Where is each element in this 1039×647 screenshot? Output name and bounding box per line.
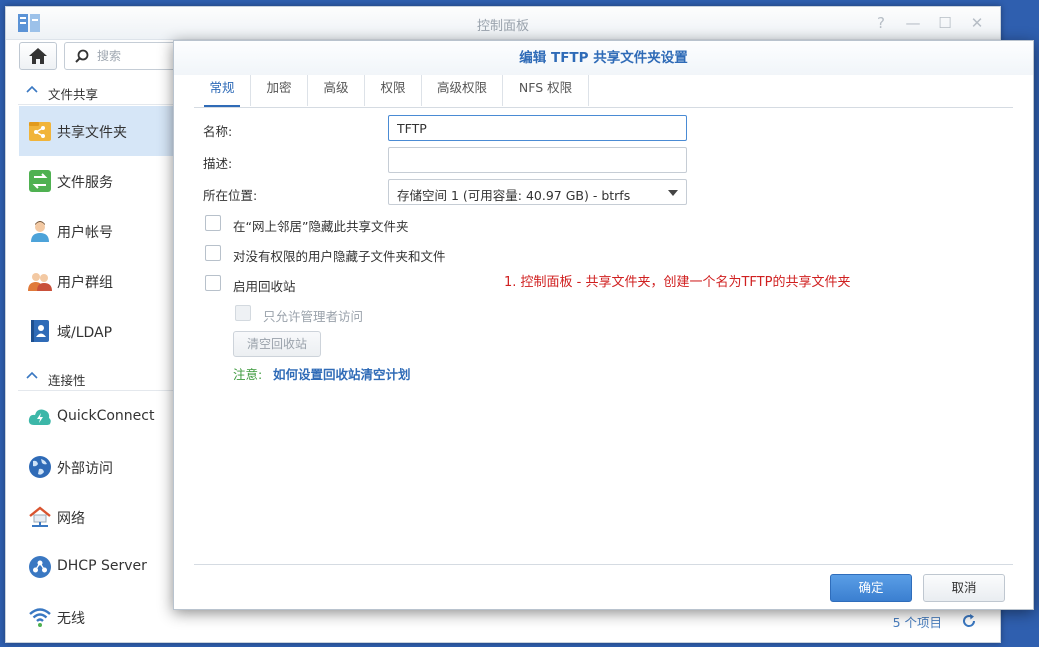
tab-nfs-permissions[interactable]: NFS 权限: [503, 75, 589, 106]
search-box[interactable]: [64, 42, 186, 70]
tab-advanced[interactable]: 高级: [308, 75, 365, 106]
sidebar-item-label: 用户群组: [57, 275, 113, 291]
section-title: 文件共享: [48, 87, 99, 102]
tab-general[interactable]: 常规: [194, 75, 251, 107]
sidebar-item-label: 域/LDAP: [57, 325, 113, 341]
shared-folder-icon: [29, 122, 51, 141]
location-value: 存储空间 1 (可用容量: 40.97 GB) - btrfs: [397, 188, 631, 203]
file-services-icon: [29, 170, 51, 192]
recycle-bin-checkbox[interactable]: [205, 275, 221, 291]
chevron-up-icon: [26, 371, 38, 379]
empty-recycle-bin-button[interactable]: 清空回收站: [233, 331, 321, 357]
sidebar-item-label: 外部访问: [57, 461, 113, 477]
sidebar-item-label: QuickConnect: [57, 408, 155, 424]
dialog-title: 编辑 TFTP 共享文件夹设置: [174, 41, 1033, 75]
user-icon: [31, 221, 49, 242]
help-icon[interactable]: ?: [870, 13, 892, 33]
domain-ldap-icon: [31, 320, 49, 342]
tab-advanced-permissions[interactable]: 高级权限: [422, 75, 503, 106]
minimize-icon[interactable]: —: [902, 13, 924, 33]
maximize-icon[interactable]: ☐: [934, 13, 956, 33]
tab-encryption[interactable]: 加密: [251, 75, 308, 106]
wifi-icon: [29, 608, 51, 627]
home-button[interactable]: [19, 42, 57, 70]
hide-network-label: 在“网上邻居”隐藏此共享文件夹: [233, 219, 409, 234]
edit-shared-folder-dialog: 编辑 TFTP 共享文件夹设置 常规 加密 高级 权限 高级权限 NFS 权限 …: [173, 40, 1034, 610]
hide-subfolders-label: 对没有权限的用户隐藏子文件夹和文件: [233, 249, 446, 264]
note-label: 注意:: [233, 367, 263, 382]
footer-divider: [194, 564, 1013, 565]
ok-button[interactable]: 确定: [830, 574, 912, 602]
name-input[interactable]: [397, 120, 677, 136]
sidebar-item-label: 共享文件夹: [57, 125, 127, 141]
dropdown-arrow-icon: [668, 190, 678, 196]
hide-subfolders-checkbox[interactable]: [205, 245, 221, 261]
dhcp-icon: [29, 556, 51, 578]
group-icon: [28, 273, 52, 291]
refresh-icon[interactable]: [960, 612, 978, 630]
tab-permissions[interactable]: 权限: [365, 75, 422, 106]
admin-only-checkbox[interactable]: [235, 305, 251, 321]
cancel-button[interactable]: 取消: [923, 574, 1005, 602]
network-icon: [29, 506, 51, 527]
section-title: 连接性: [48, 373, 86, 388]
name-label: 名称:: [203, 124, 233, 139]
close-icon[interactable]: ✕: [966, 13, 988, 33]
item-count: 5 个项目: [892, 615, 942, 630]
description-field[interactable]: [388, 147, 687, 173]
annotation-text: 1. 控制面板 - 共享文件夹，创建一个名为TFTP的共享文件夹: [504, 275, 851, 290]
sidebar-item-label: 网络: [57, 511, 85, 527]
chevron-up-icon: [26, 85, 38, 93]
search-input[interactable]: [95, 46, 184, 66]
description-label: 描述:: [203, 156, 233, 171]
recycle-bin-label: 启用回收站: [233, 279, 296, 294]
search-icon: [75, 49, 89, 63]
sidebar-item-label: 文件服务: [57, 175, 113, 191]
tab-bar: 常规 加密 高级 权限 高级权限 NFS 权限: [194, 75, 1013, 108]
quickconnect-icon: [28, 409, 51, 425]
admin-only-label: 只允许管理者访问: [263, 309, 364, 324]
window-titlebar[interactable]: 控制面板 ? — ☐ ✕: [6, 7, 1000, 40]
location-select[interactable]: 存储空间 1 (可用容量: 40.97 GB) - btrfs: [388, 179, 687, 205]
name-field[interactable]: [388, 115, 687, 141]
home-icon: [29, 48, 47, 64]
hide-network-checkbox[interactable]: [205, 215, 221, 231]
recycle-schedule-link[interactable]: 如何设置回收站清空计划: [273, 364, 411, 383]
sidebar-item-label: 无线: [57, 611, 85, 627]
window-title: 控制面板: [476, 19, 529, 34]
content-footer: 5 个项目: [246, 608, 1000, 642]
sidebar-item-label: DHCP Server: [57, 558, 147, 574]
location-label: 所在位置:: [203, 188, 258, 203]
description-input[interactable]: [397, 152, 677, 168]
sidebar-item-label: 用户帐号: [57, 225, 113, 241]
globe-icon: [29, 456, 51, 478]
